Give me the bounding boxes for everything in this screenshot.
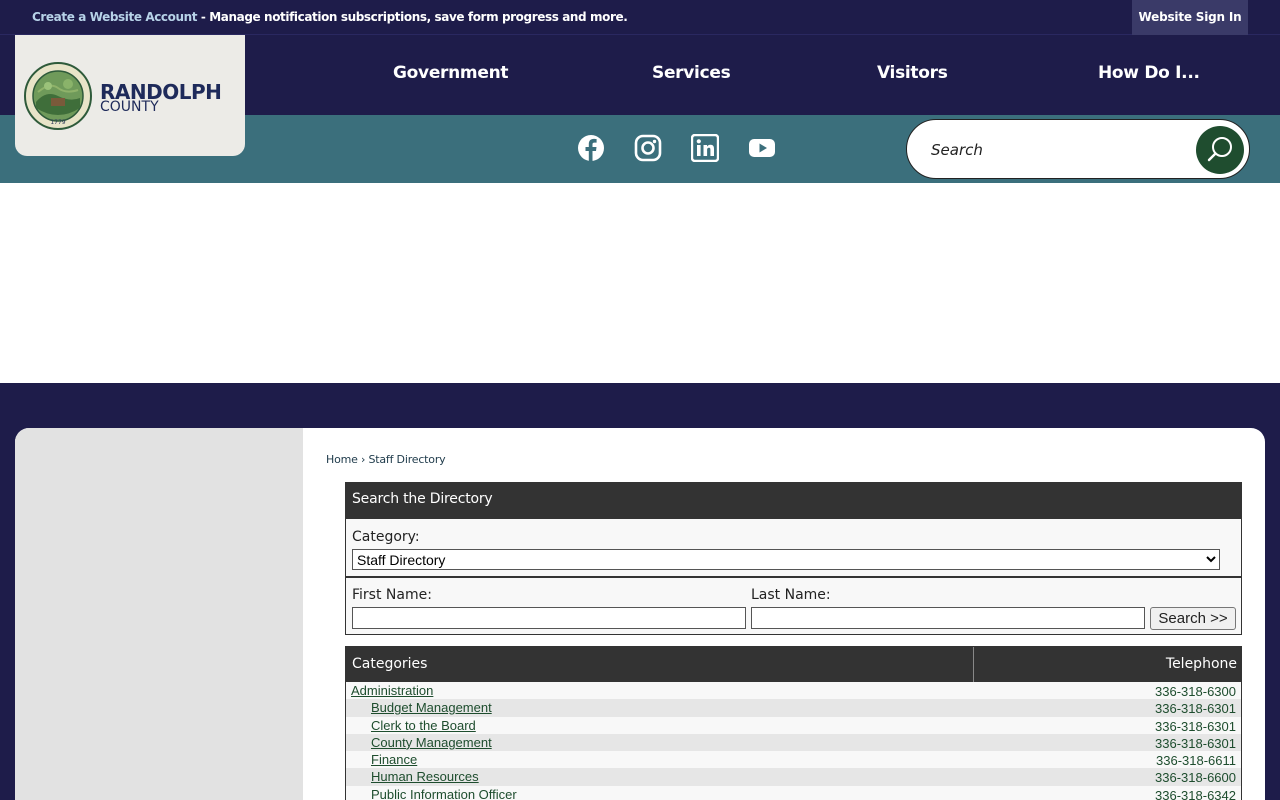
instagram-icon[interactable] (634, 134, 662, 162)
county-seal-icon: 1779 (24, 62, 92, 130)
utility-bar: Create a Website Account - Manage notifi… (0, 0, 1280, 35)
table-row: Administration 336-318-6300 (346, 682, 1241, 700)
site-search (906, 119, 1250, 179)
category-telephone: 336-318-6301 (1155, 701, 1236, 717)
category-label: Category: (352, 529, 420, 545)
page-banner (0, 183, 1280, 383)
county-logo[interactable]: 1779 RANDOLPH COUNTY (15, 35, 245, 156)
telephone-column-header: Telephone (1165, 656, 1237, 672)
search-input[interactable] (931, 138, 1171, 162)
category-link[interactable]: Administration (351, 683, 433, 698)
table-row: County Management 336-318-6301 (346, 733, 1241, 752)
linkedin-icon[interactable] (691, 134, 719, 162)
category-link[interactable]: Finance (371, 752, 417, 767)
seal-year: 1779 (50, 119, 65, 126)
first-name-field[interactable] (352, 607, 746, 629)
category-link[interactable]: Clerk to the Board (371, 718, 476, 733)
left-sidebar (15, 428, 303, 800)
category-telephone: 336-318-6600 (1155, 770, 1236, 786)
category-telephone: 336-318-6342 (1155, 787, 1236, 800)
categories-column-header: Categories (352, 656, 428, 672)
table-row: Budget Management 336-318-6301 (346, 699, 1241, 717)
category-telephone: 336-318-6301 (1155, 735, 1236, 751)
nav-visitors[interactable]: Visitors (877, 63, 948, 83)
name-search-row: First Name: Last Name: Search >> (346, 576, 1241, 634)
column-divider (973, 647, 974, 682)
table-row: Public Information Officer 336-318-6342 (346, 785, 1241, 800)
category-link[interactable]: County Management (371, 735, 492, 750)
table-row: Finance 336-318-6611 (346, 751, 1241, 769)
youtube-icon[interactable] (748, 134, 776, 162)
breadcrumb-home[interactable]: Home (326, 453, 358, 466)
category-telephone: 336-318-6611 (1156, 753, 1236, 769)
last-name-label: Last Name: (751, 587, 831, 603)
categories-table: Categories Telephone Administration 336-3… (345, 646, 1242, 800)
category-link[interactable]: Human Resources (371, 769, 479, 784)
logo-subtitle: COUNTY (100, 99, 159, 115)
promo-text: - Manage notification subscriptions, sav… (197, 10, 628, 24)
category-link[interactable]: Budget Management (371, 700, 492, 715)
search-button[interactable] (1196, 126, 1244, 174)
category-link[interactable]: Public Information Officer (371, 787, 517, 800)
category-telephone: 336-318-6301 (1155, 718, 1236, 734)
facebook-icon[interactable] (577, 134, 605, 162)
directory-search-panel: Search the Directory Category: Staff Dir… (345, 482, 1242, 635)
first-name-label: First Name: (352, 587, 432, 603)
categories-rows: Administration 336-318-6300 Budget Managem… (346, 682, 1241, 800)
last-name-field[interactable] (751, 607, 1145, 629)
account-promo: Create a Website Account - Manage notifi… (32, 10, 628, 24)
categories-table-header: Categories Telephone (346, 647, 1241, 682)
table-row: Human Resources 336-318-6600 (346, 768, 1241, 786)
breadcrumb: Home › Staff Directory (326, 453, 446, 466)
category-telephone: 336-318-6300 (1155, 684, 1236, 699)
create-account-link[interactable]: Create a Website Account (32, 10, 198, 24)
nav-how-do-i[interactable]: How Do I... (1098, 63, 1200, 83)
table-row: Clerk to the Board 336-318-6301 (346, 716, 1241, 734)
search-icon (1207, 137, 1232, 162)
directory-search-heading: Search the Directory (346, 483, 1241, 518)
main-content: Home › Staff Directory Search the Direct… (15, 428, 1265, 800)
breadcrumb-separator: › (357, 453, 369, 466)
nav-services[interactable]: Services (652, 63, 731, 83)
category-select[interactable]: Staff Directory (352, 549, 1220, 570)
category-row: Category: Staff Directory (346, 518, 1241, 576)
nav-government[interactable]: Government (393, 63, 509, 83)
breadcrumb-current: Staff Directory (368, 453, 446, 466)
website-sign-in-button[interactable]: Website Sign In (1132, 0, 1248, 35)
directory-search-button[interactable]: Search >> (1150, 607, 1236, 630)
